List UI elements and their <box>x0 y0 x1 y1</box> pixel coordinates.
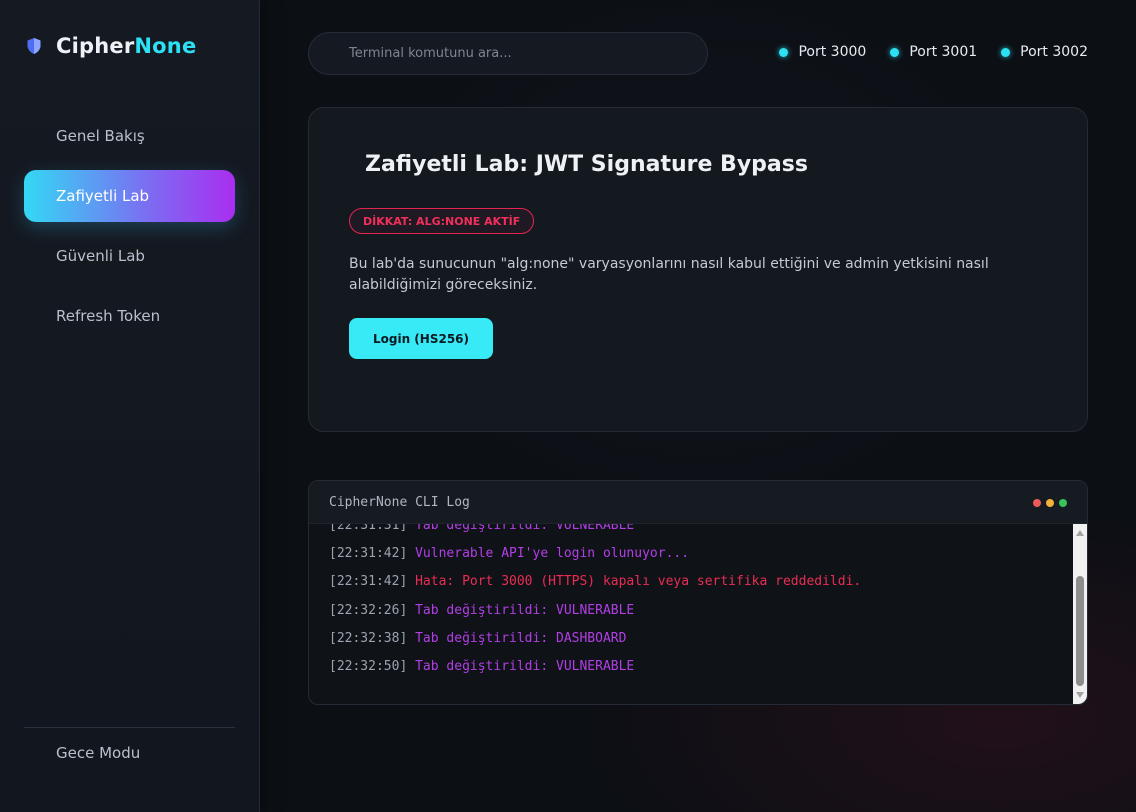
minimize-dot-icon[interactable] <box>1046 499 1054 507</box>
sidebar-item-overview[interactable]: Genel Bakış <box>24 110 235 162</box>
log-timestamp: [22:31:42] <box>329 574 408 589</box>
shield-icon <box>26 37 42 55</box>
scroll-down-icon[interactable] <box>1076 692 1084 698</box>
terminal-title: CipherNone CLI Log <box>329 494 470 510</box>
log-line: [22:32:26] Tab değiştirildi: VULNERABLE <box>329 603 634 618</box>
port-label: Port 3002 <box>1020 44 1088 60</box>
scroll-up-icon[interactable] <box>1076 530 1084 536</box>
brand-name-part2: None <box>134 34 197 58</box>
brand-name-part1: Cipher <box>56 34 135 58</box>
night-mode-toggle[interactable]: Gece Modu <box>56 744 140 762</box>
port-label: Port 3000 <box>798 44 867 60</box>
maximize-dot-icon[interactable] <box>1059 499 1067 507</box>
sidebar-item-refresh-token[interactable]: Refresh Token <box>24 290 235 342</box>
port-status: Port 3002 <box>1001 44 1088 60</box>
log-message: Hata: Port 3000 (HTTPS) kapalı veya sert… <box>415 574 862 589</box>
brand-logo[interactable]: CipherNone <box>26 34 196 58</box>
port-status-list: Port 3000 Port 3001 Port 3002 <box>779 44 1088 60</box>
search-input[interactable] <box>308 32 708 75</box>
sidebar-divider <box>24 727 235 728</box>
log-timestamp: [22:31:31] <box>329 524 408 533</box>
log-timestamp: [22:32:38] <box>329 631 408 646</box>
brand-name: CipherNone <box>56 34 196 58</box>
terminal-header: CipherNone CLI Log <box>309 481 1087 524</box>
log-message: Tab değiştirildi: VULNERABLE <box>415 603 635 618</box>
warning-badge: DİKKAT: ALG:NONE AKTİF <box>349 208 535 234</box>
log-line: [22:31:42] Hata: Port 3000 (HTTPS) kapal… <box>329 574 861 589</box>
log-timestamp: [22:32:26] <box>329 603 408 618</box>
log-timestamp: [22:31:42] <box>329 546 408 561</box>
log-list: [22:31:31] Tab değiştirildi: VULNERABLE … <box>309 524 1073 704</box>
log-line: [22:32:50] Tab değiştirildi: VULNERABLE <box>329 659 634 674</box>
log-line: [22:31:42] Vulnerable API'ye login olunu… <box>329 546 689 561</box>
port-status: Port 3001 <box>890 44 977 60</box>
log-message: Tab değiştirildi: VULNERABLE <box>415 524 635 533</box>
log-message: Tab değiştirildi: VULNERABLE <box>415 659 635 674</box>
log-message: Vulnerable API'ye login olunuyor... <box>415 546 690 561</box>
status-dot-icon <box>779 47 789 57</box>
log-line: [22:31:31] Tab değiştirildi: VULNERABLE <box>329 524 634 533</box>
sidebar: CipherNone Genel Bakış Zafiyetli Lab Güv… <box>0 0 260 812</box>
cli-log-panel: CipherNone CLI Log [22:31:31] Tab değişt… <box>308 480 1088 705</box>
lab-card: Zafiyetli Lab: JWT Signature Bypass DİKK… <box>308 107 1088 432</box>
port-status: Port 3000 <box>779 44 866 60</box>
port-label: Port 3001 <box>909 44 978 60</box>
log-scrollbar[interactable] <box>1073 524 1087 704</box>
log-message: Tab değiştirildi: DASHBOARD <box>415 631 627 646</box>
sidebar-item-vulnerable-lab[interactable]: Zafiyetli Lab <box>24 170 235 222</box>
sidebar-item-secure-lab[interactable]: Güvenli Lab <box>24 230 235 282</box>
lab-description: Bu lab'da sunucunun "alg:none" varyasyon… <box>349 256 989 293</box>
log-timestamp: [22:32:50] <box>329 659 408 674</box>
page-title: Zafiyetli Lab: JWT Signature Bypass <box>365 152 808 177</box>
log-line: [22:32:38] Tab değiştirildi: DASHBOARD <box>329 631 626 646</box>
scroll-thumb[interactable] <box>1076 576 1084 686</box>
sidebar-nav: Genel Bakış Zafiyetli Lab Güvenli Lab Re… <box>24 110 235 350</box>
status-dot-icon <box>890 47 900 57</box>
window-controls <box>1033 499 1067 507</box>
login-button[interactable]: Login (HS256) <box>349 318 493 359</box>
close-dot-icon[interactable] <box>1033 499 1041 507</box>
status-dot-icon <box>1001 47 1011 57</box>
